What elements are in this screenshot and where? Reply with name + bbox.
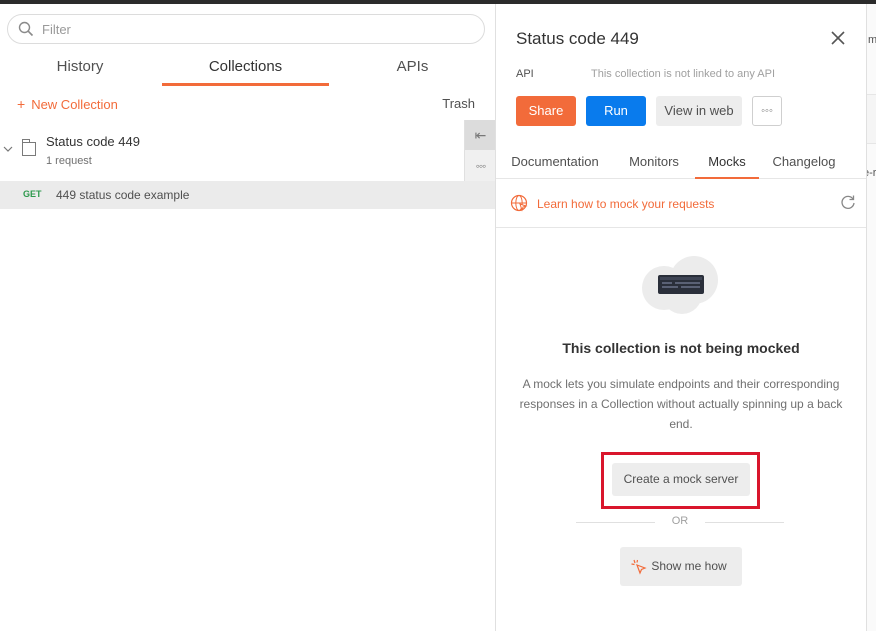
tab-documentation[interactable]: Documentation (510, 152, 600, 179)
new-collection-button[interactable]: + New Collection (17, 96, 118, 112)
sidebar-action-row: + New Collection Trash (0, 92, 495, 122)
strip-fragment-2: e-r (867, 167, 876, 179)
sidebar-tabs: History Collections APIs (0, 56, 495, 86)
request-item[interactable]: GET 449 status code example (0, 181, 495, 209)
learn-row: Learn how to mock your requests (496, 184, 866, 228)
or-text: OR (671, 515, 689, 527)
tab-collections[interactable]: Collections (162, 56, 329, 86)
collapse-panel-button[interactable]: ⇤ (465, 120, 496, 150)
request-name: 449 status code example (56, 188, 190, 202)
collection-request-count: 1 request (46, 155, 92, 167)
panel-title: Status code 449 (516, 29, 639, 48)
filter-input[interactable] (42, 19, 462, 39)
plus-icon: + (17, 96, 26, 112)
trash-button[interactable]: Trash (442, 96, 475, 111)
tab-mocks[interactable]: Mocks (695, 152, 759, 179)
tab-changelog[interactable]: Changelog (772, 152, 836, 179)
sidebar: History Collections APIs + New Collection… (0, 4, 495, 631)
api-status-text: This collection is not linked to any API (591, 68, 776, 80)
refresh-icon[interactable] (840, 194, 856, 210)
or-line-left (576, 522, 655, 523)
new-collection-label: New Collection (31, 97, 118, 112)
show-me-how-label: Show me how (651, 559, 727, 573)
search-icon (18, 21, 34, 37)
create-mock-server-button[interactable]: Create a mock server (612, 463, 750, 496)
background-window-strip: m e-r (866, 4, 876, 631)
view-in-web-button[interactable]: View in web (656, 96, 742, 126)
learn-mock-link[interactable]: Learn how to mock your requests (537, 197, 714, 211)
request-method-badge: GET (23, 189, 42, 199)
filter-box[interactable] (7, 14, 485, 44)
or-line-right (705, 522, 784, 523)
panel-tabs: Documentation Monitors Mocks Changelog (496, 152, 866, 179)
more-options-button[interactable]: ◦◦◦ (752, 96, 782, 126)
empty-state-description: A mock lets you simulate endpoints and t… (519, 377, 843, 431)
folder-icon (22, 139, 36, 156)
share-button[interactable]: Share (516, 96, 576, 126)
close-icon[interactable] (830, 30, 846, 46)
tab-apis[interactable]: APIs (330, 56, 495, 86)
run-button[interactable]: Run (586, 96, 646, 126)
collection-name: Status code 449 (46, 134, 140, 149)
mock-server-illustration (642, 256, 718, 314)
collection-more-button[interactable]: ◦◦◦ (465, 151, 496, 181)
cursor-click-icon (631, 559, 647, 575)
collection-side-actions: ⇤ ◦◦◦ (464, 120, 496, 181)
collection-details-panel: Status code 449 API This collection is n… (496, 4, 866, 631)
or-divider: OR (576, 515, 784, 529)
collection-item[interactable]: Status code 449 1 request ⇤ ◦◦◦ (0, 120, 496, 181)
show-me-how-button[interactable]: Show me how (620, 547, 742, 586)
strip-box (867, 94, 876, 144)
api-label: API (516, 68, 534, 80)
tab-history[interactable]: History (0, 56, 160, 86)
tab-monitors[interactable]: Monitors (626, 152, 682, 179)
empty-state-title: This collection is not being mocked (562, 340, 800, 356)
strip-fragment-1: m (868, 34, 876, 46)
globe-icon (510, 194, 528, 212)
chevron-down-icon[interactable] (3, 144, 13, 154)
